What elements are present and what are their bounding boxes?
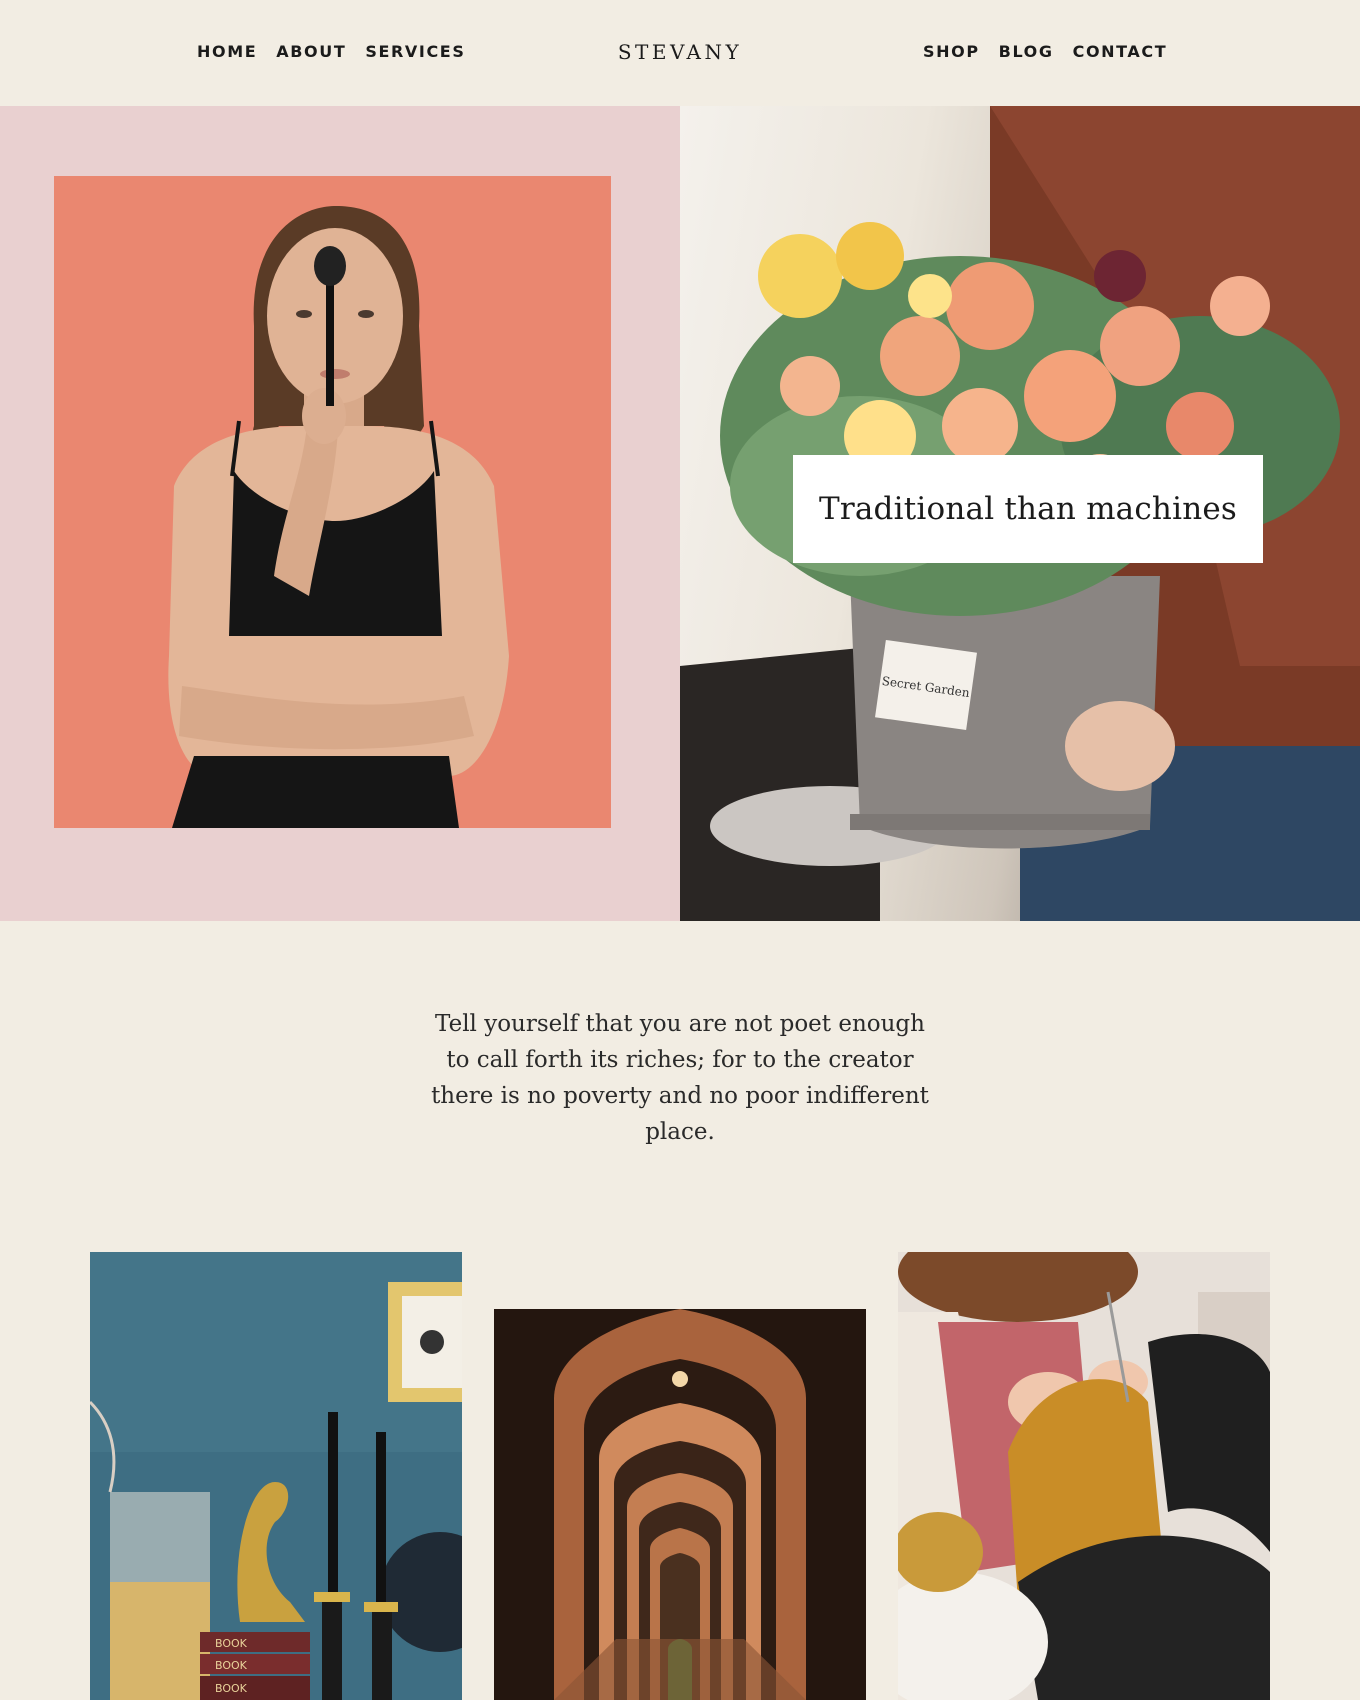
- hero-left-panel: [0, 106, 680, 921]
- nav-services-link[interactable]: SERVICES: [365, 42, 465, 62]
- nav-home-link[interactable]: HOME: [197, 42, 257, 62]
- book-label: BOOK: [215, 1637, 248, 1650]
- intro-quote: Tell yourself that you are not poet enou…: [431, 1011, 929, 1145]
- nav-blog-link[interactable]: BLOG: [999, 42, 1054, 62]
- gallery-image-arches[interactable]: [494, 1309, 866, 1700]
- portrait-image: [54, 176, 611, 828]
- brand-logo[interactable]: STEVANY: [618, 40, 742, 64]
- book-label: BOOK: [215, 1682, 248, 1695]
- hero-caption-text: Traditional than machines: [818, 491, 1238, 527]
- nav-contact-link[interactable]: CONTACT: [1073, 42, 1168, 62]
- hero-caption: Traditional than machines: [793, 455, 1263, 563]
- gallery-image-decor[interactable]: BOOK BOOK BOOK: [90, 1252, 462, 1700]
- nav-about-link[interactable]: ABOUT: [276, 42, 346, 62]
- book-label: BOOK: [215, 1659, 248, 1672]
- nav-left: HOME ABOUT SERVICES: [197, 42, 465, 62]
- gallery-image-knitting[interactable]: [898, 1252, 1270, 1700]
- site-header: HOME ABOUT SERVICES STEVANY SHOP BLOG CO…: [0, 0, 1360, 106]
- nav-right: SHOP BLOG CONTACT: [923, 42, 1167, 62]
- nav-shop-link[interactable]: SHOP: [923, 42, 980, 62]
